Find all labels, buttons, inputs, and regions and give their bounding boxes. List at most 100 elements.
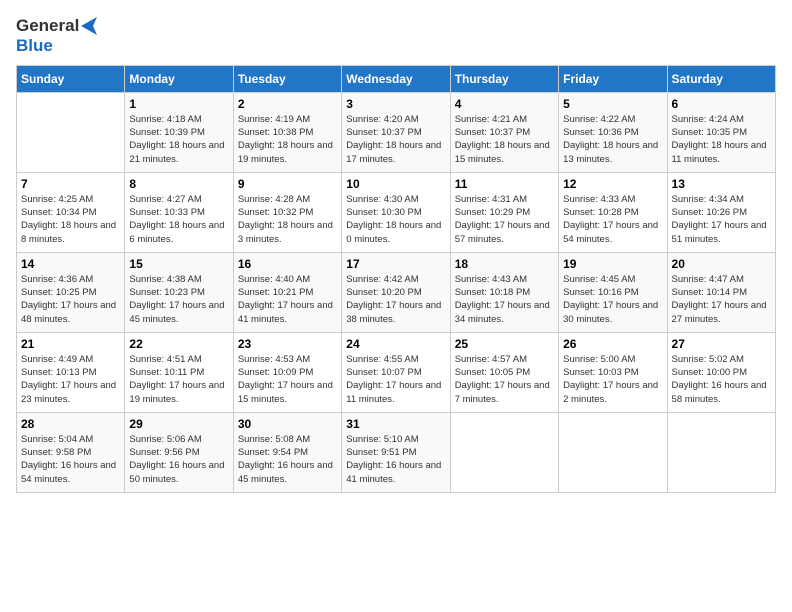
day-number: 1 — [129, 97, 228, 111]
day-number: 16 — [238, 257, 337, 271]
calendar-cell: 16 Sunrise: 4:40 AMSunset: 10:21 PMDaylig… — [233, 252, 341, 332]
day-number: 9 — [238, 177, 337, 191]
day-info: Sunrise: 4:33 AMSunset: 10:28 PMDaylight… — [563, 193, 662, 246]
day-number: 13 — [672, 177, 771, 191]
day-number: 30 — [238, 417, 337, 431]
day-info: Sunrise: 4:34 AMSunset: 10:26 PMDaylight… — [672, 193, 771, 246]
calendar-cell: 23Sunrise: 4:53 AMSunset: 10:09 PMDaylig… — [233, 332, 341, 412]
day-info: Sunrise: 4:43 AMSunset: 10:18 PMDaylight… — [455, 273, 554, 326]
day-info: Sunrise: 4:25 AMSunset: 10:34 PMDaylight… — [21, 193, 120, 246]
day-number: 4 — [455, 97, 554, 111]
calendar-cell: 26 Sunrise: 5:00 AMSunset: 10:03 PMDaylig… — [559, 332, 667, 412]
day-number: 12 — [563, 177, 662, 191]
day-number: 27 — [672, 337, 771, 351]
calendar-cell: 31 Sunrise: 5:10 AMSunset: 9:51 PMDayligh… — [342, 412, 450, 492]
calendar-cell: 30 Sunrise: 5:08 AMSunset: 9:54 PMDayligh… — [233, 412, 341, 492]
calendar-cell: 19 Sunrise: 4:45 AMSunset: 10:16 PMDaylig… — [559, 252, 667, 332]
calendar-cell: 10Sunrise: 4:30 AMSunset: 10:30 PMDaylig… — [342, 172, 450, 252]
calendar-cell: 17 Sunrise: 4:42 AMSunset: 10:20 PMDaylig… — [342, 252, 450, 332]
day-info: Sunrise: 4:24 AMSunset: 10:35 PMDaylight… — [672, 113, 771, 166]
calendar-cell: 18 Sunrise: 4:43 AMSunset: 10:18 PMDaylig… — [450, 252, 558, 332]
calendar-week-row: 1 Sunrise: 4:18 AMSunset: 10:39 PMDayligh… — [17, 92, 776, 172]
day-info: Sunrise: 4:51 AMSunset: 10:11 PMDaylight… — [129, 353, 228, 406]
day-number: 28 — [21, 417, 120, 431]
day-info: Sunrise: 4:55 AMSunset: 10:07 PMDaylight… — [346, 353, 445, 406]
calendar-cell — [667, 412, 775, 492]
day-number: 24 — [346, 337, 445, 351]
day-number: 5 — [563, 97, 662, 111]
day-info: Sunrise: 4:40 AMSunset: 10:21 PMDaylight… — [238, 273, 337, 326]
day-info: Sunrise: 4:18 AMSunset: 10:39 PMDaylight… — [129, 113, 228, 166]
calendar-week-row: 21 Sunrise: 4:49 AMSunset: 10:13 PMDaylig… — [17, 332, 776, 412]
calendar-cell: 25 Sunrise: 4:57 AMSunset: 10:05 PMDaylig… — [450, 332, 558, 412]
header-day: Sunday — [17, 65, 125, 92]
page-header: General Blue — [16, 16, 776, 57]
day-number: 26 — [563, 337, 662, 351]
calendar-cell — [559, 412, 667, 492]
day-number: 6 — [672, 97, 771, 111]
logo: General Blue — [16, 16, 103, 57]
day-number: 7 — [21, 177, 120, 191]
calendar-cell — [450, 412, 558, 492]
header-day: Thursday — [450, 65, 558, 92]
day-number: 11 — [455, 177, 554, 191]
calendar-cell: 6 Sunrise: 4:24 AMSunset: 10:35 PMDayligh… — [667, 92, 775, 172]
calendar-cell: 8Sunrise: 4:27 AMSunset: 10:33 PMDayligh… — [125, 172, 233, 252]
day-number: 14 — [21, 257, 120, 271]
calendar-cell: 21 Sunrise: 4:49 AMSunset: 10:13 PMDaylig… — [17, 332, 125, 412]
day-info: Sunrise: 4:42 AMSunset: 10:20 PMDaylight… — [346, 273, 445, 326]
calendar-cell: 4Sunrise: 4:21 AMSunset: 10:37 PMDayligh… — [450, 92, 558, 172]
day-info: Sunrise: 5:02 AMSunset: 10:00 PMDaylight… — [672, 353, 771, 406]
calendar-cell: 22 Sunrise: 4:51 AMSunset: 10:11 PMDaylig… — [125, 332, 233, 412]
day-info: Sunrise: 4:45 AMSunset: 10:16 PMDaylight… — [563, 273, 662, 326]
day-number: 15 — [129, 257, 228, 271]
day-number: 18 — [455, 257, 554, 271]
header-day: Saturday — [667, 65, 775, 92]
calendar-cell: 13 Sunrise: 4:34 AMSunset: 10:26 PMDaylig… — [667, 172, 775, 252]
calendar-cell: 2 Sunrise: 4:19 AMSunset: 10:38 PMDayligh… — [233, 92, 341, 172]
header-day: Wednesday — [342, 65, 450, 92]
day-number: 20 — [672, 257, 771, 271]
day-number: 2 — [238, 97, 337, 111]
day-info: Sunrise: 4:49 AMSunset: 10:13 PMDaylight… — [21, 353, 120, 406]
day-info: Sunrise: 5:00 AMSunset: 10:03 PMDaylight… — [563, 353, 662, 406]
day-info: Sunrise: 4:22 AMSunset: 10:36 PMDaylight… — [563, 113, 662, 166]
day-info: Sunrise: 4:53 AMSunset: 10:09 PMDaylight… — [238, 353, 337, 406]
day-info: Sunrise: 4:57 AMSunset: 10:05 PMDaylight… — [455, 353, 554, 406]
day-info: Sunrise: 5:10 AMSunset: 9:51 PMDaylight:… — [346, 433, 445, 486]
day-number: 3 — [346, 97, 445, 111]
calendar-cell: 27 Sunrise: 5:02 AMSunset: 10:00 PMDaylig… — [667, 332, 775, 412]
day-info: Sunrise: 4:38 AMSunset: 10:23 PMDaylight… — [129, 273, 228, 326]
header-day: Monday — [125, 65, 233, 92]
day-number: 25 — [455, 337, 554, 351]
calendar-cell: 9 Sunrise: 4:28 AMSunset: 10:32 PMDayligh… — [233, 172, 341, 252]
calendar-cell: 3Sunrise: 4:20 AMSunset: 10:37 PMDayligh… — [342, 92, 450, 172]
day-info: Sunrise: 4:31 AMSunset: 10:29 PMDaylight… — [455, 193, 554, 246]
day-info: Sunrise: 4:28 AMSunset: 10:32 PMDaylight… — [238, 193, 337, 246]
calendar-cell: 1 Sunrise: 4:18 AMSunset: 10:39 PMDayligh… — [125, 92, 233, 172]
logo: General Blue — [16, 16, 103, 57]
day-number: 10 — [346, 177, 445, 191]
calendar-header-row: SundayMondayTuesdayWednesdayThursdayFrid… — [17, 65, 776, 92]
day-info: Sunrise: 4:19 AMSunset: 10:38 PMDaylight… — [238, 113, 337, 166]
day-number: 21 — [21, 337, 120, 351]
calendar-cell: 29Sunrise: 5:06 AMSunset: 9:56 PMDayligh… — [125, 412, 233, 492]
day-info: Sunrise: 4:47 AMSunset: 10:14 PMDaylight… — [672, 273, 771, 326]
day-number: 19 — [563, 257, 662, 271]
day-number: 17 — [346, 257, 445, 271]
calendar-week-row: 28 Sunrise: 5:04 AMSunset: 9:58 PMDayligh… — [17, 412, 776, 492]
calendar-cell: 11 Sunrise: 4:31 AMSunset: 10:29 PMDaylig… — [450, 172, 558, 252]
calendar-cell: 5 Sunrise: 4:22 AMSunset: 10:36 PMDayligh… — [559, 92, 667, 172]
calendar-cell: 7 Sunrise: 4:25 AMSunset: 10:34 PMDayligh… — [17, 172, 125, 252]
day-info: Sunrise: 5:04 AMSunset: 9:58 PMDaylight:… — [21, 433, 120, 486]
day-number: 8 — [129, 177, 228, 191]
header-day: Friday — [559, 65, 667, 92]
calendar-week-row: 14Sunrise: 4:36 AMSunset: 10:25 PMDaylig… — [17, 252, 776, 332]
day-info: Sunrise: 5:08 AMSunset: 9:54 PMDaylight:… — [238, 433, 337, 486]
day-number: 31 — [346, 417, 445, 431]
calendar-table: SundayMondayTuesdayWednesdayThursdayFrid… — [16, 65, 776, 493]
day-info: Sunrise: 5:06 AMSunset: 9:56 PMDaylight:… — [129, 433, 228, 486]
header-day: Tuesday — [233, 65, 341, 92]
day-number: 22 — [129, 337, 228, 351]
calendar-cell: 24 Sunrise: 4:55 AMSunset: 10:07 PMDaylig… — [342, 332, 450, 412]
